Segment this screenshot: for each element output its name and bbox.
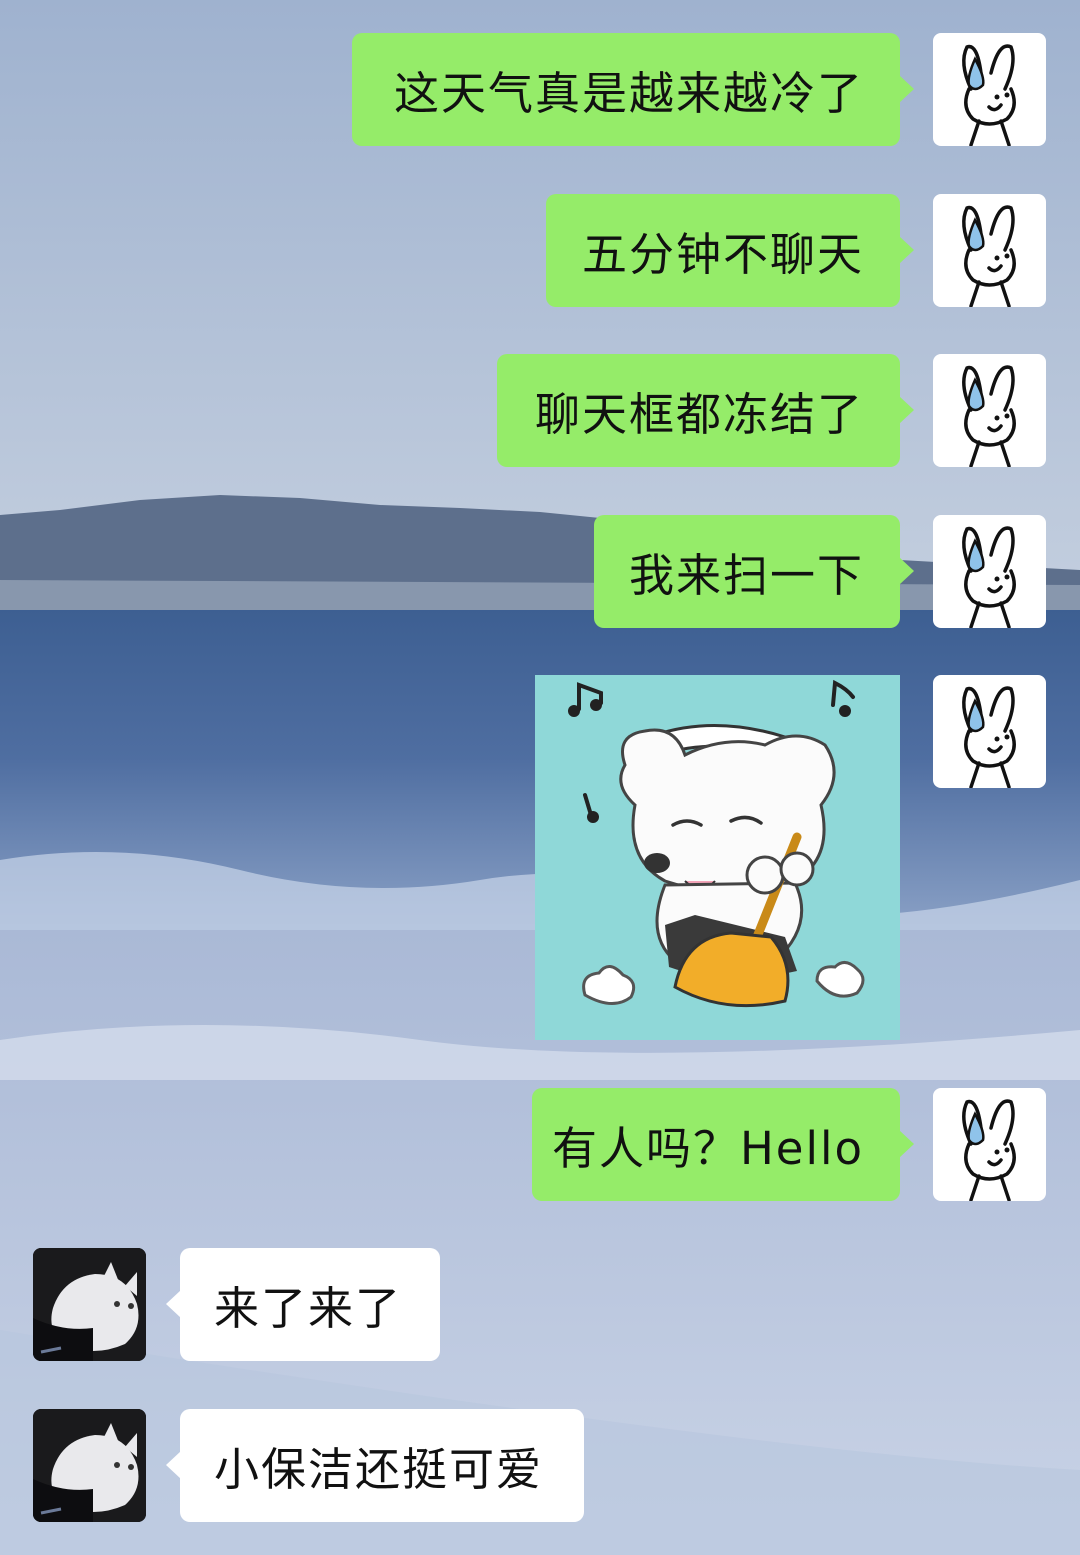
outgoing-message-bubble[interactable]: 有人吗？Hello [532, 1088, 914, 1201]
sweeping-maid-dog-sticker[interactable] [535, 675, 900, 1040]
my-avatar[interactable] [933, 515, 1046, 628]
my-avatar[interactable] [933, 33, 1046, 146]
sweat-bunny-avatar-icon [962, 1099, 1016, 1201]
outgoing-message-bubble[interactable]: 聊天框都冻结了 [497, 354, 914, 467]
sweat-bunny-avatar-icon [962, 205, 1016, 307]
outgoing-message-bubble[interactable]: 这天气真是越来越冷了 [352, 33, 914, 146]
incoming-message-bubble[interactable]: 来了来了 [166, 1248, 440, 1361]
contact-avatar[interactable] [33, 1409, 146, 1522]
sweat-bunny-avatar-icon [962, 686, 1016, 788]
outgoing-message-bubble[interactable]: 五分钟不聊天 [546, 194, 914, 307]
my-avatar[interactable] [933, 194, 1046, 307]
white-cat-avatar-icon [33, 1248, 146, 1361]
sweat-bunny-avatar-icon [962, 365, 1016, 467]
my-avatar[interactable] [933, 675, 1046, 788]
sweat-bunny-avatar-icon [962, 44, 1016, 146]
incoming-message-bubble[interactable]: 小保洁还挺可爱 [166, 1409, 584, 1522]
white-cat-avatar-icon [33, 1409, 146, 1522]
outgoing-message-bubble[interactable]: 我来扫一下 [594, 515, 914, 628]
my-avatar[interactable] [933, 354, 1046, 467]
contact-avatar[interactable] [33, 1248, 146, 1361]
sweat-bunny-avatar-icon [962, 526, 1016, 628]
my-avatar[interactable] [933, 1088, 1046, 1201]
sweeping-dog-sticker-icon [568, 679, 865, 1008]
